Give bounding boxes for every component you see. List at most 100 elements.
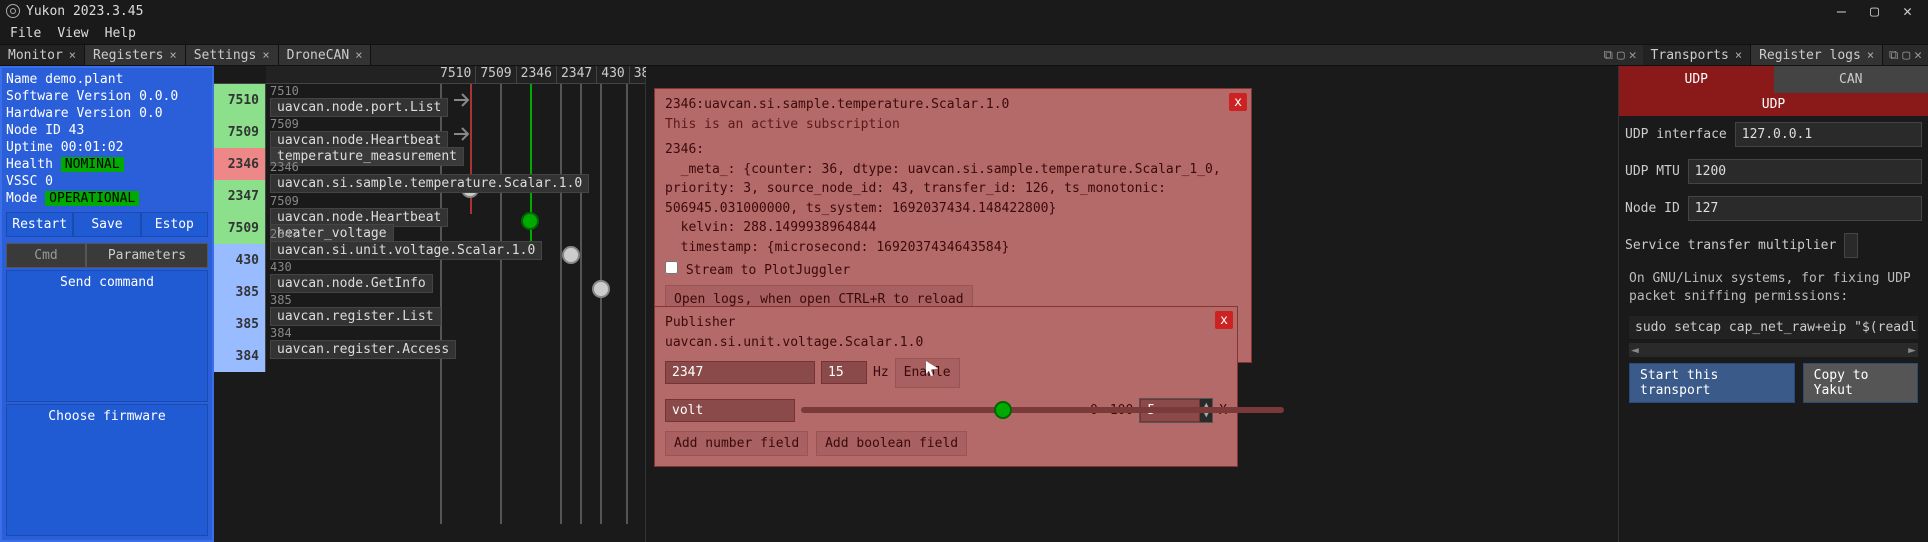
tab-monitor[interactable]: Monitor× — [0, 45, 85, 65]
maximize-button[interactable]: ▢ — [1870, 2, 1879, 20]
udp-mtu-input[interactable] — [1688, 159, 1922, 184]
slider-knob[interactable] — [994, 401, 1012, 419]
graph-port-id: 384 — [270, 326, 292, 340]
header-port-id[interactable]: 2346 — [517, 66, 557, 83]
graph-type-label[interactable]: uavcan.node.port.List — [270, 98, 448, 117]
enable-button[interactable]: Enable — [895, 358, 960, 388]
close-icon[interactable]: × — [1735, 48, 1742, 62]
transport-tab-udp[interactable]: UDP — [1619, 66, 1774, 93]
graph-type-label[interactable]: uavcan.si.unit.voltage.Scalar.1.0 — [270, 241, 542, 260]
header-port-id[interactable]: 7509 — [476, 66, 516, 83]
header-port-id[interactable]: 2347 — [557, 66, 597, 83]
name-value: demo.plant — [45, 72, 123, 87]
window-controls: — ▢ ✕ — [1837, 2, 1922, 20]
add-boolean-field-button[interactable]: Add boolean field — [816, 431, 967, 456]
close-icon[interactable]: ✕ — [1629, 48, 1637, 63]
window-title: Yukon 2023.3.45 — [26, 4, 143, 19]
close-icon[interactable]: x — [1215, 311, 1233, 329]
port-id-cell[interactable]: 430 — [214, 244, 266, 276]
port-id-cell[interactable]: 7510 — [214, 84, 266, 116]
graph-type-label[interactable]: uavcan.si.sample.temperature.Scalar.1.0 — [270, 174, 589, 193]
start-transport-button[interactable]: Start this transport — [1629, 363, 1795, 403]
graph-port-id: 2346 — [270, 160, 299, 174]
graph-header: 7510750923462347430385384 — [266, 66, 645, 84]
node-id-input[interactable] — [1688, 196, 1922, 221]
port-id-cell[interactable]: 384 — [214, 340, 266, 372]
field-name-input[interactable] — [665, 399, 795, 422]
graph-type-label[interactable]: uavcan.register.List — [270, 307, 441, 326]
tab-register-logs[interactable]: Register logs× — [1751, 45, 1883, 65]
port-id-cell[interactable]: 7509 — [214, 212, 266, 244]
graph-canvas[interactable]: 7510750923462347430385384 7510 uavcan.nod… — [266, 66, 646, 542]
estop-button[interactable]: Estop — [141, 212, 208, 237]
graph-type-label[interactable]: uavcan.register.Access — [270, 340, 456, 359]
port-id-cell[interactable]: 2346 — [214, 148, 266, 180]
rate-input[interactable] — [821, 361, 867, 384]
value-slider[interactable] — [801, 407, 1284, 413]
stream-label: Stream to PlotJuggler — [686, 263, 850, 278]
restore-icon[interactable]: ⧉ — [1604, 48, 1613, 63]
close-icon[interactable]: ✕ — [1914, 48, 1922, 63]
menu-help[interactable]: Help — [105, 26, 136, 41]
maximize-icon[interactable]: ▢ — [1617, 48, 1625, 63]
publisher-panel: x Publisher uavcan.si.unit.voltage.Scala… — [654, 306, 1238, 467]
port-input[interactable] — [665, 361, 815, 384]
setcap-command: sudo setcap cap_net_raw+eip "$(readlink … — [1629, 316, 1918, 339]
udp-mtu-label: UDP MTU — [1625, 164, 1680, 179]
restore-icon[interactable]: ⧉ — [1889, 48, 1898, 63]
close-icon[interactable]: × — [355, 48, 362, 62]
subscription-meta: _meta_: {counter: 36, dtype: uavcan.si.s… — [665, 160, 1241, 219]
node-id-label: Node ID — [1625, 201, 1680, 216]
udp-interface-input[interactable] — [1735, 122, 1922, 147]
port-id-cell[interactable]: 385 — [214, 308, 266, 340]
subscription-title: 2346:uavcan.si.sample.temperature.Scalar… — [665, 95, 1241, 115]
tab-registers[interactable]: Registers× — [85, 45, 186, 65]
graph-port-id: 430 — [270, 260, 292, 274]
tab-transports[interactable]: Transports× — [1643, 45, 1752, 65]
horizontal-scrollbar[interactable]: ◄► — [1629, 343, 1918, 357]
stm-input[interactable] — [1844, 233, 1858, 258]
health-label: Health — [6, 157, 53, 172]
menu-view[interactable]: View — [57, 26, 88, 41]
transport-tab-can[interactable]: CAN — [1774, 66, 1928, 93]
port-id-cell[interactable]: 7509 — [214, 116, 266, 148]
subscription-kelvin: kelvin: 288.1499938964844 — [665, 218, 1241, 238]
close-icon[interactable]: × — [262, 48, 269, 62]
panel-controls-right: ⧉ ▢ ✕ — [1883, 45, 1928, 65]
save-button[interactable]: Save — [73, 212, 140, 237]
menu-file[interactable]: File — [10, 26, 41, 41]
add-number-field-button[interactable]: Add number field — [665, 431, 808, 456]
vssc-value: 0 — [45, 174, 53, 189]
tab-dronecan[interactable]: DroneCAN× — [279, 45, 372, 65]
close-icon[interactable]: x — [1229, 93, 1247, 111]
copy-yakut-button[interactable]: Copy to Yakut — [1803, 363, 1918, 403]
header-port-id[interactable]: 430 — [597, 66, 629, 83]
port-id-cell[interactable]: 2347 — [214, 180, 266, 212]
send-command-button[interactable]: Send command — [6, 270, 208, 402]
parameters-input[interactable]: Parameters — [86, 243, 208, 268]
maximize-icon[interactable]: ▢ — [1902, 48, 1910, 63]
close-icon[interactable]: × — [1867, 48, 1874, 62]
cmd-input[interactable]: Cmd — [6, 243, 86, 268]
restart-button[interactable]: Restart — [6, 212, 73, 237]
mode-badge: OPERATIONAL — [45, 191, 139, 206]
subscription-subtitle: This is an active subscription — [665, 115, 1241, 135]
stream-checkbox[interactable] — [665, 261, 678, 274]
stm-label: Service transfer multiplier — [1625, 238, 1836, 253]
choose-firmware-button[interactable]: Choose firmware — [6, 404, 208, 536]
minimize-button[interactable]: — — [1837, 2, 1846, 20]
graph-subject-label[interactable]: temperature_measurement — [270, 147, 464, 166]
vssc-label: VSSC — [6, 174, 37, 189]
close-icon[interactable]: × — [69, 48, 76, 62]
hz-label: Hz — [873, 363, 889, 383]
header-port-id[interactable]: 7510 — [436, 66, 476, 83]
close-button[interactable]: ✕ — [1903, 2, 1912, 20]
tab-settings[interactable]: Settings× — [186, 45, 279, 65]
panel-controls-left: ⧉ ▢ ✕ — [1598, 45, 1643, 65]
close-icon[interactable]: × — [169, 48, 176, 62]
health-badge: NOMINAL — [61, 157, 124, 172]
node-id-value: 43 — [69, 123, 85, 138]
port-id-cell[interactable]: 385 — [214, 276, 266, 308]
permissions-note: On GNU/Linux systems, for fixing UDP pac… — [1619, 264, 1928, 312]
graph-type-label[interactable]: uavcan.node.GetInfo — [270, 274, 433, 293]
